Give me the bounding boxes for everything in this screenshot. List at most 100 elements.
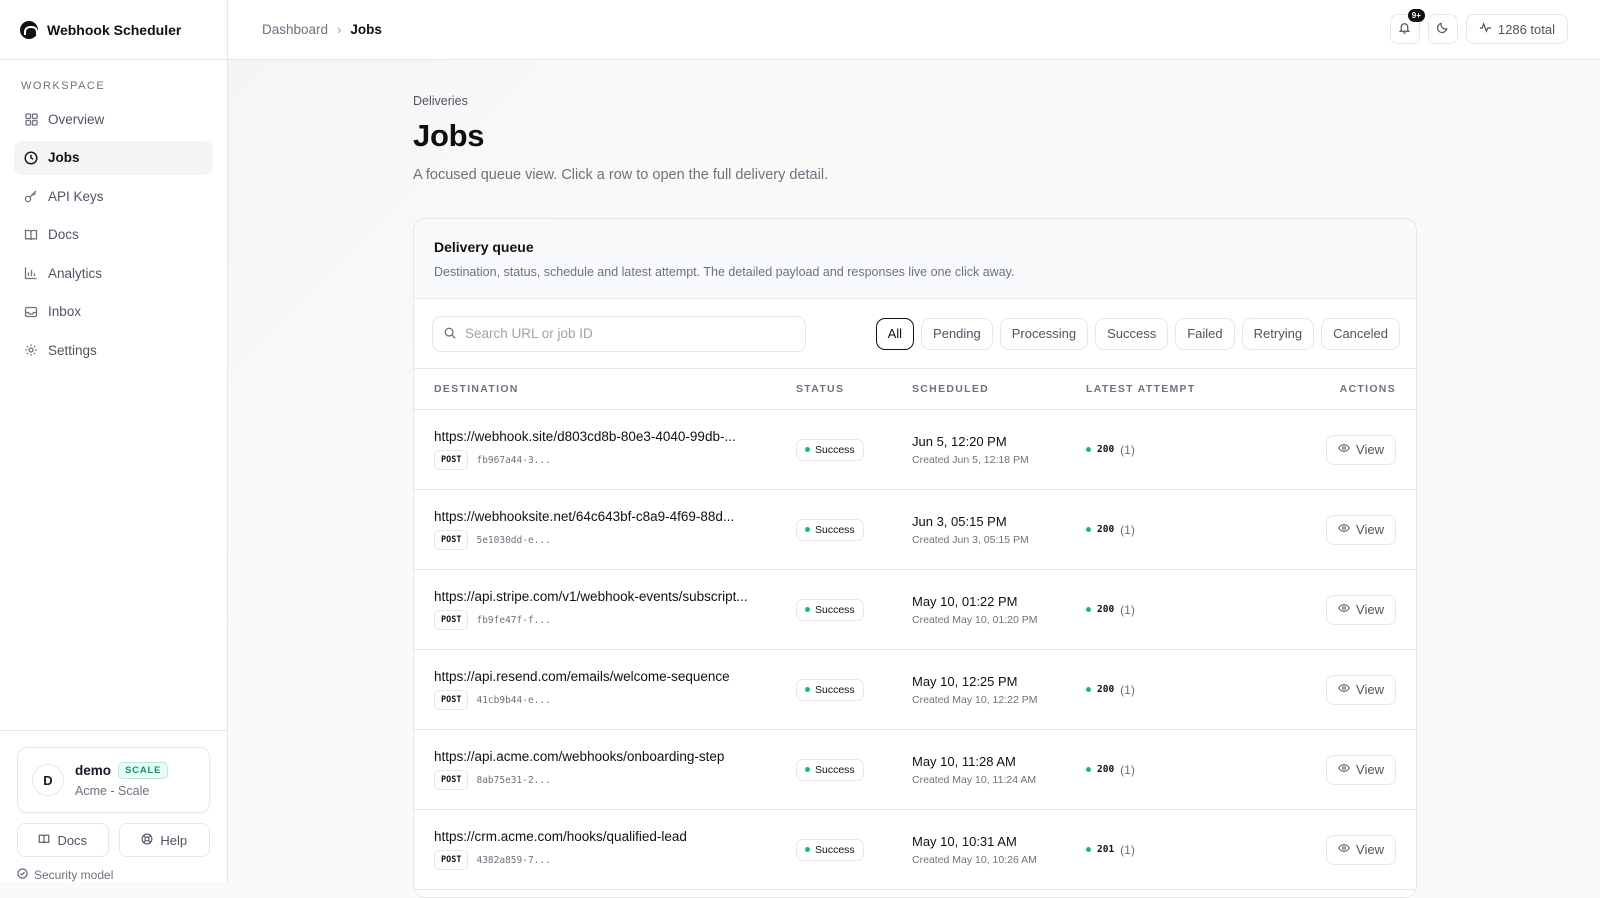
scheduled-time: May 10, 01:22 PM [912,594,1086,609]
column-header-status: STATUS [796,383,912,395]
method-badge: POST [434,690,468,710]
job-id: 4382a859-7... [476,855,550,866]
grid-icon [24,112,38,126]
filter-pending[interactable]: Pending [921,318,993,350]
table-row[interactable]: https://webhooksite.net/64c643bf-c8a9-4f… [414,490,1416,570]
docs-button[interactable]: Docs [17,823,109,857]
sidebar-footer: D demo SCALE Acme - Scale Docs Help Secu… [0,730,227,882]
filter-failed[interactable]: Failed [1175,318,1234,350]
view-button[interactable]: View [1326,675,1396,705]
attempt-status-dot [1086,767,1091,772]
table-row[interactable]: https://api.resend.com/emails/welcome-se… [414,650,1416,730]
view-button[interactable]: View [1326,835,1396,865]
notifications-button[interactable]: 9+ [1390,14,1420,44]
view-button-label: View [1356,522,1384,537]
view-button-label: View [1356,602,1384,617]
queue-toolbar: All Pending Processing Success Failed Re… [414,299,1416,369]
status-dot [805,767,810,772]
status-dot [805,687,810,692]
theme-toggle-button[interactable] [1428,14,1458,44]
breadcrumb-dashboard[interactable]: Dashboard [262,22,328,37]
eye-icon [1338,682,1350,697]
table-row[interactable]: https://crm.acme.com/hooks/qualified-lea… [414,810,1416,890]
brand[interactable]: Webhook Scheduler [0,0,227,60]
created-time: Created May 10, 10:26 AM [912,854,1086,866]
user-card[interactable]: D demo SCALE Acme - Scale [17,747,210,813]
help-button[interactable]: Help [119,823,211,857]
scheduled-time: May 10, 10:31 AM [912,834,1086,849]
sidebar: Webhook Scheduler WORKSPACE Overview Job… [0,0,228,882]
filter-retrying[interactable]: Retrying [1242,318,1314,350]
status-label: Success [815,524,855,536]
logo-icon [20,21,38,39]
status-badge: Success [796,759,864,781]
filter-canceled[interactable]: Canceled [1321,318,1400,350]
total-jobs-label: 1286 total [1498,22,1555,37]
job-id: 5e1030dd-e... [476,535,550,546]
view-button[interactable]: View [1326,435,1396,465]
status-label: Success [815,684,855,696]
card-description: Destination, status, schedule and latest… [434,265,1416,279]
attempt-count: (1) [1120,763,1135,777]
status-dot [805,447,810,452]
attempt-status-dot [1086,847,1091,852]
sidebar-item-api-keys[interactable]: API Keys [14,179,213,213]
main-content: Deliveries Jobs A focused queue view. Cl… [228,60,1600,882]
status-badge: Success [796,679,864,701]
search-box[interactable] [432,316,806,352]
avatar: D [32,764,64,796]
eye-icon [1338,522,1350,537]
view-button[interactable]: View [1326,595,1396,625]
view-button[interactable]: View [1326,755,1396,785]
attempt-count: (1) [1120,683,1135,697]
filter-all[interactable]: All [876,318,914,350]
filter-processing[interactable]: Processing [1000,318,1088,350]
created-time: Created May 10, 01:20 PM [912,614,1086,626]
help-icon [141,833,153,848]
status-label: Success [815,444,855,456]
search-icon [444,326,456,342]
table-header: DESTINATION STATUS SCHEDULED LATEST ATTE… [414,369,1416,410]
status-badge: Success [796,839,864,861]
sidebar-item-docs[interactable]: Docs [14,218,213,252]
topbar: Dashboard › Jobs 9+ 1286 total [228,0,1600,60]
inbox-icon [24,305,38,319]
user-name: demo [75,763,111,778]
status-label: Success [815,764,855,776]
breadcrumb: Dashboard › Jobs [262,22,382,37]
attempt-count: (1) [1120,603,1135,617]
destination-url: https://crm.acme.com/hooks/qualified-lea… [434,829,764,844]
sidebar-item-jobs[interactable]: Jobs [14,141,213,175]
attempt-status-dot [1086,687,1091,692]
view-button-label: View [1356,842,1384,857]
status-badge: Success [796,439,864,461]
created-time: Created May 10, 12:22 PM [912,694,1086,706]
filter-success[interactable]: Success [1095,318,1168,350]
sidebar-item-label: Overview [48,112,104,127]
sidebar-item-overview[interactable]: Overview [14,102,213,136]
security-model-link[interactable]: Security model [17,868,210,882]
sidebar-item-label: API Keys [48,189,104,204]
attempt-count: (1) [1120,843,1135,857]
status-badge: Success [796,519,864,541]
sidebar-item-label: Docs [48,227,79,242]
total-jobs-button[interactable]: 1286 total [1466,14,1568,44]
page-title: Jobs [413,118,1417,154]
destination-url: https://webhook.site/d803cd8b-80e3-4040-… [434,429,764,444]
app-name: Webhook Scheduler [47,22,181,38]
key-icon [24,189,38,203]
view-button[interactable]: View [1326,515,1396,545]
notification-count-badge: 9+ [1408,9,1425,22]
table-row[interactable]: https://api.stripe.com/v1/webhook-events… [414,570,1416,650]
column-header-destination: DESTINATION [414,383,796,395]
sidebar-item-analytics[interactable]: Analytics [14,256,213,290]
table-row[interactable]: https://webhook.site/d803cd8b-80e3-4040-… [414,410,1416,490]
sidebar-item-settings[interactable]: Settings [14,333,213,367]
clock-icon [24,151,38,165]
response-code: 200 [1097,764,1114,775]
search-input[interactable] [465,326,785,341]
sidebar-item-inbox[interactable]: Inbox [14,295,213,329]
table-row[interactable]: https://api.acme.com/webhooks/onboarding… [414,730,1416,810]
status-filters: All Pending Processing Success Failed Re… [876,318,1400,350]
help-button-label: Help [160,833,187,848]
